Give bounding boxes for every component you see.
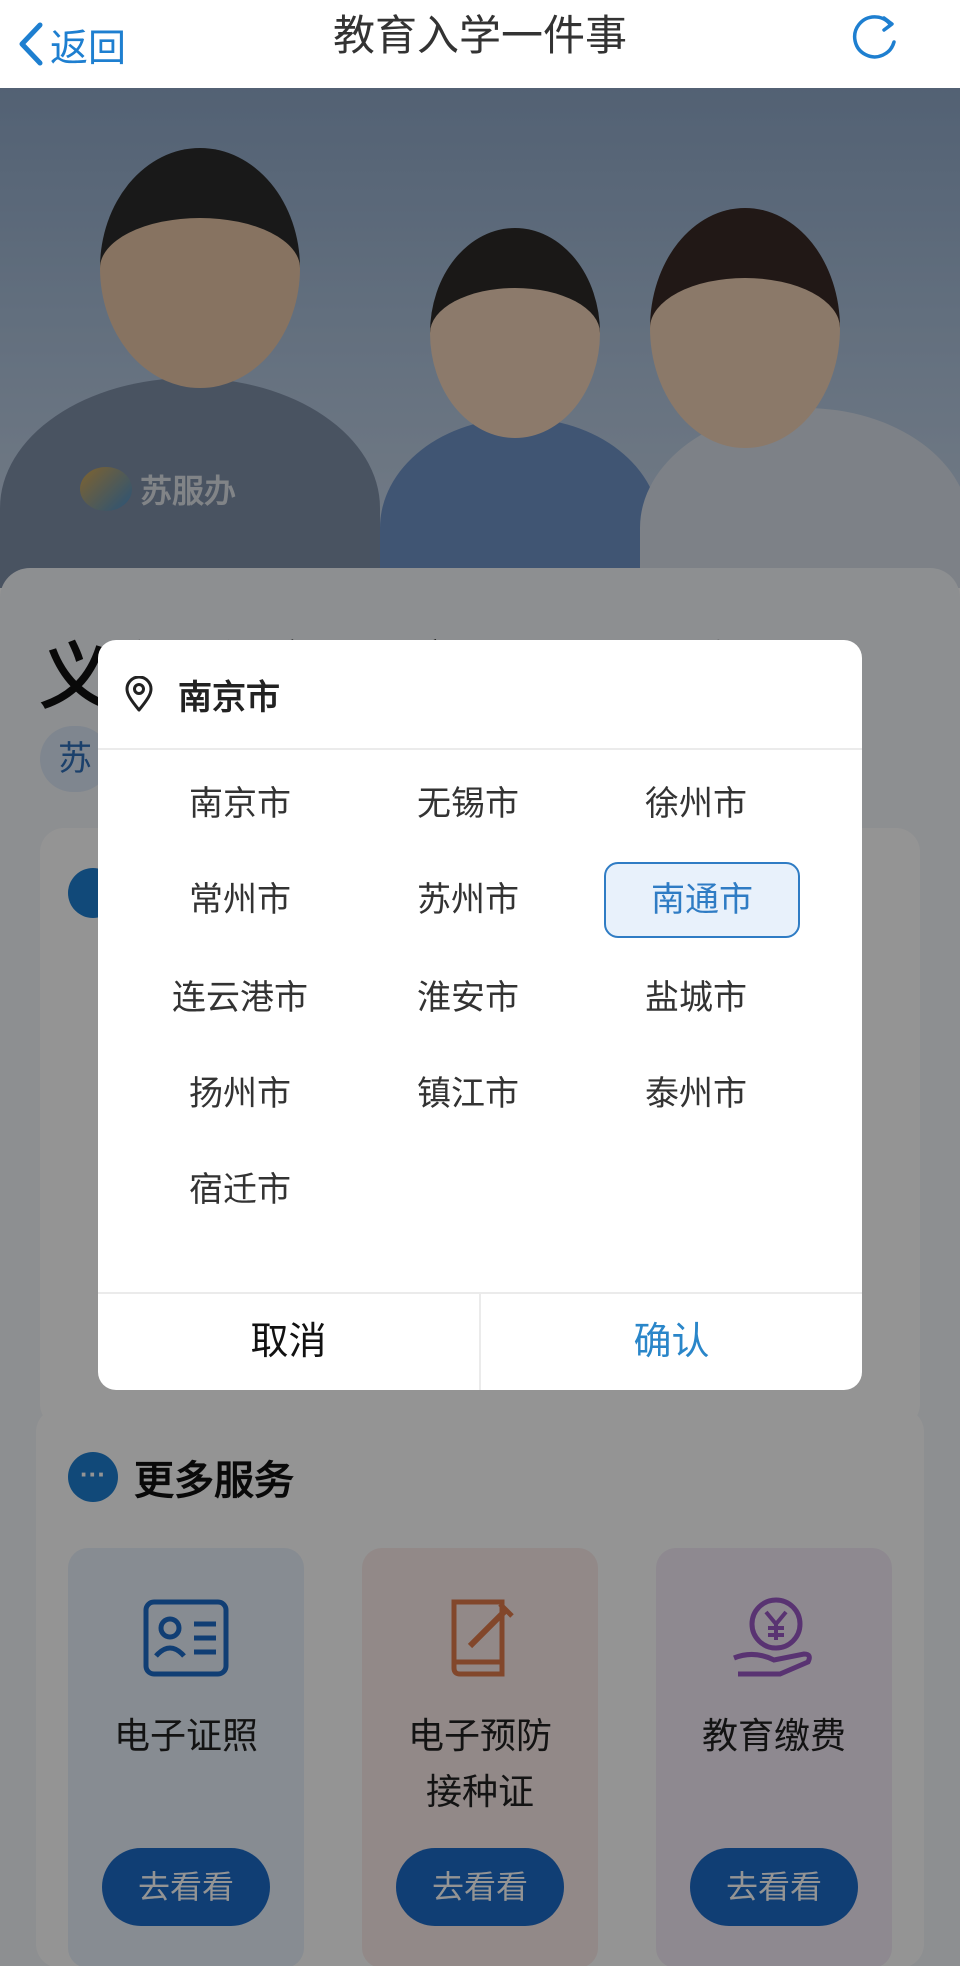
city-option-wuxi[interactable]: 无锡市 — [370, 766, 566, 842]
page-title: 教育入学一件事 — [332, 12, 627, 59]
city-picker-dialog: 南京市 南京市 无锡市 徐州市 常州市 苏州市 南通市 连云港市 淮安市 盐城市… — [98, 640, 862, 1390]
city-option-suzhou[interactable]: 苏州市 — [370, 862, 566, 938]
city-option-taizhou[interactable]: 泰州市 — [598, 1056, 794, 1132]
city-option-xuzhou[interactable]: 徐州市 — [598, 766, 794, 842]
city-option-yangzhou[interactable]: 扬州市 — [142, 1056, 338, 1132]
city-option-changzhou[interactable]: 常州市 — [142, 862, 338, 938]
cancel-button[interactable]: 取消 — [98, 1294, 481, 1390]
city-option-nanjing[interactable]: 南京市 — [142, 766, 338, 842]
location-pin-icon — [125, 676, 153, 712]
dialog-footer: 取消 确认 — [98, 1292, 862, 1390]
city-option-suqian[interactable]: 宿迁市 — [142, 1152, 338, 1228]
top-nav-bar: 返回 教育入学一件事 — [0, 0, 960, 88]
city-option-yancheng[interactable]: 盐城市 — [598, 960, 794, 1036]
refresh-icon[interactable] — [850, 12, 902, 64]
current-city-label: 南京市 — [178, 678, 280, 717]
confirm-button[interactable]: 确认 — [481, 1294, 862, 1390]
city-option-nantong[interactable]: 南通市 — [604, 862, 800, 938]
city-option-zhenjiang[interactable]: 镇江市 — [370, 1056, 566, 1132]
city-option-lianyungang[interactable]: 连云港市 — [142, 960, 338, 1036]
city-option-huaian[interactable]: 淮安市 — [370, 960, 566, 1036]
current-location-header: 南京市 — [98, 640, 862, 750]
